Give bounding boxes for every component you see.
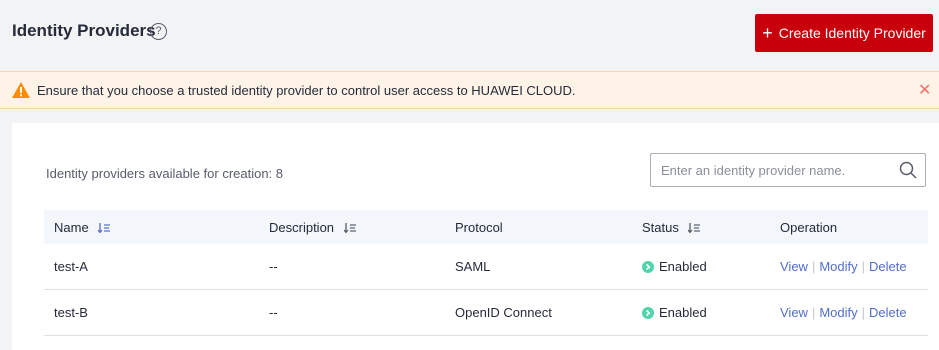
content-card: Identity providers available for creatio… (12, 123, 939, 350)
cell-description: -- (269, 259, 278, 274)
separator: | (811, 259, 816, 274)
alert-message: Ensure that you choose a trusted identit… (37, 83, 576, 98)
create-identity-provider-button[interactable]: + Create Identity Provider (755, 14, 933, 52)
column-label: Name (54, 219, 89, 235)
cell-name: test-B (54, 305, 88, 320)
modify-link[interactable]: Modify (819, 305, 857, 320)
separator: | (811, 305, 816, 320)
cell-description: -- (269, 305, 278, 320)
separator: | (861, 259, 866, 274)
table-row: test-A -- SAML Enabled View | Modify | Delet… (44, 244, 928, 290)
identity-providers-table: Name Description Protocol Status Operati… (44, 210, 928, 336)
modify-link[interactable]: Modify (819, 259, 857, 274)
delete-link[interactable]: Delete (869, 305, 907, 320)
view-link[interactable]: View (780, 259, 808, 274)
column-label: Description (269, 219, 335, 235)
warning-alert: Ensure that you choose a trusted identit… (0, 71, 939, 109)
cell-protocol: SAML (455, 259, 491, 274)
close-icon[interactable]: ✕ (918, 80, 931, 100)
search-icon[interactable] (899, 161, 917, 179)
cell-protocol: OpenID Connect (455, 305, 552, 320)
view-link[interactable]: View (780, 305, 808, 320)
delete-link[interactable]: Delete (869, 259, 907, 274)
page-header: Identity Providers ? + Create Identity P… (0, 0, 939, 62)
cell-status: Enabled (632, 290, 770, 336)
create-button-label: Create Identity Provider (778, 25, 926, 41)
column-label: Status (642, 219, 679, 235)
cell-operation: View | Modify | Delete (770, 244, 928, 290)
table-row: test-B -- OpenID Connect Enabled View | Mo… (44, 290, 928, 336)
table-header-row: Name Description Protocol Status Operati… (44, 210, 928, 244)
page-title: Identity Providers (12, 21, 156, 40)
column-label: Operation (780, 219, 838, 235)
column-header-description[interactable]: Description (259, 210, 445, 244)
status-enabled-icon (642, 307, 654, 319)
sort-icon[interactable] (98, 222, 111, 233)
separator: | (861, 305, 866, 320)
warning-icon (12, 82, 30, 98)
available-count-text: Identity providers available for creatio… (46, 166, 284, 181)
column-header-name[interactable]: Name (44, 210, 259, 244)
cell-operation: View | Modify | Delete (770, 290, 928, 336)
column-header-operation: Operation (770, 210, 928, 244)
help-icon[interactable]: ? (150, 23, 167, 40)
sort-icon[interactable] (343, 222, 356, 233)
column-header-status[interactable]: Status (632, 210, 770, 244)
column-header-protocol: Protocol (445, 210, 632, 244)
column-label: Protocol (455, 219, 503, 235)
cell-status: Enabled (632, 244, 770, 290)
status-text: Enabled (659, 259, 707, 274)
status-enabled-icon (642, 261, 654, 273)
plus-icon: + (762, 23, 773, 43)
cell-name: test-A (54, 259, 88, 274)
sort-icon[interactable] (688, 222, 701, 233)
status-text: Enabled (659, 305, 707, 320)
search-box (650, 153, 926, 187)
search-input[interactable] (651, 154, 891, 186)
